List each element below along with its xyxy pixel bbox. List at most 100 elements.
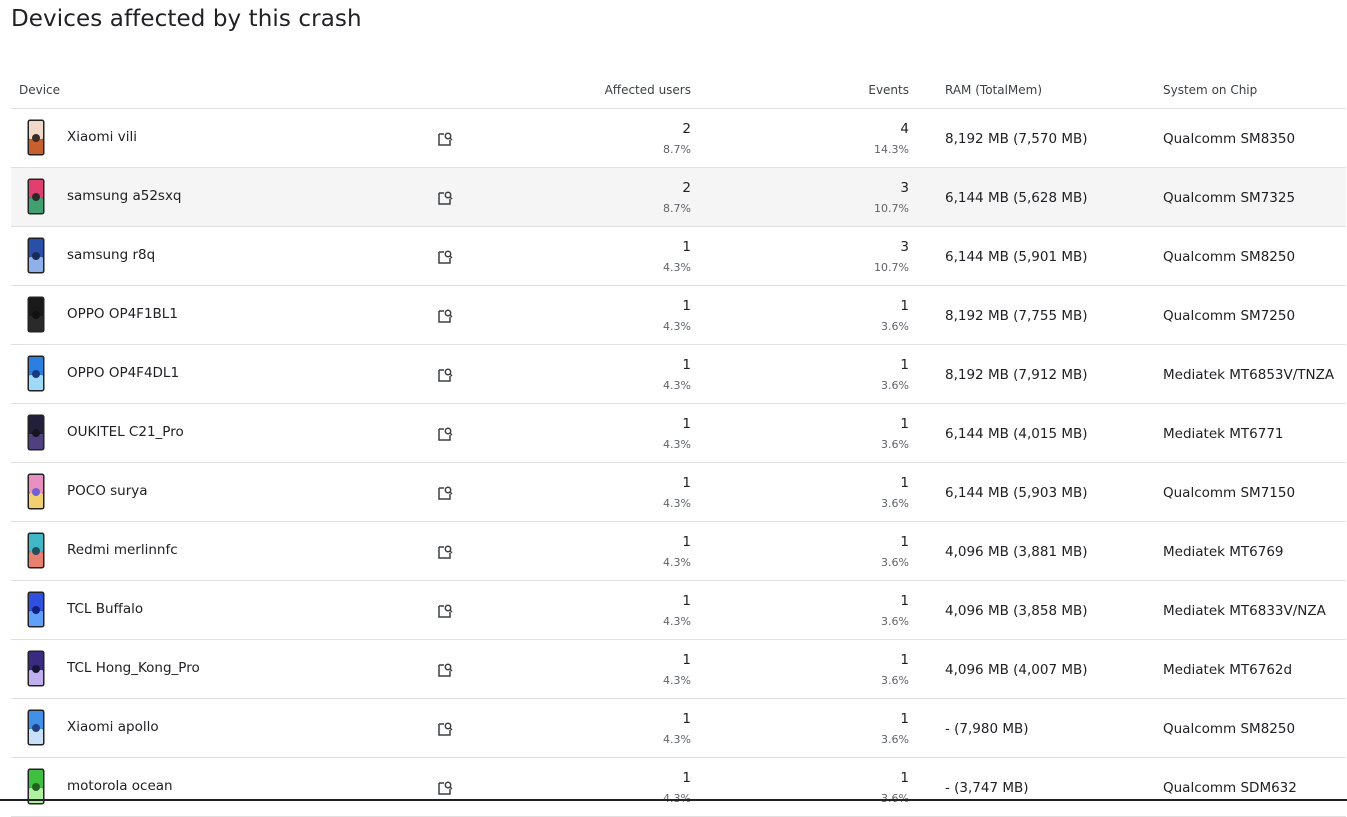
device-name: Xiaomi vili <box>67 129 137 145</box>
affected-users-cell: 1 4.3% <box>571 534 691 569</box>
device-name: POCO surya <box>67 483 148 499</box>
events-percent: 3.6% <box>881 497 909 510</box>
device-name: samsung a52sxq <box>67 188 182 204</box>
column-header-device[interactable]: Device <box>19 83 60 97</box>
events-percent: 10.7% <box>874 261 909 274</box>
device-name: samsung r8q <box>67 247 156 263</box>
ram-value: 6,144 MB (5,901 MB) <box>945 249 1088 265</box>
soc-value: Mediatek MT6833V/NZA <box>1163 603 1326 619</box>
affected-users-percent: 4.3% <box>663 733 691 746</box>
ram-value: 4,096 MB (4,007 MB) <box>945 662 1088 678</box>
affected-users-percent: 4.3% <box>663 320 691 333</box>
events-cell: 1 3.6% <box>789 711 909 746</box>
table-row-3[interactable]: samsung r8q 1 4.3% 3 10.7% 6,144 MB (5,9… <box>11 227 1346 286</box>
soc-value: Mediatek MT6771 <box>1163 426 1284 442</box>
table-row-9[interactable]: TCL Buffalo 1 4.3% 1 3.6% 4,096 MB (3,85… <box>11 581 1346 640</box>
affected-users-cell: 1 4.3% <box>571 298 691 333</box>
ram-value: 6,144 MB (4,015 MB) <box>945 426 1088 442</box>
affected-users-percent: 4.3% <box>663 379 691 392</box>
soc-value: Qualcomm SDM632 <box>1163 780 1297 796</box>
table-row-11[interactable]: Xiaomi apollo 1 4.3% 1 3.6% - (7,980 MB)… <box>11 699 1346 758</box>
device-thumbnail <box>27 414 45 451</box>
events-cell: 1 3.6% <box>789 357 909 392</box>
open-device-icon[interactable] <box>435 601 455 621</box>
events-cell: 1 3.6% <box>789 652 909 687</box>
device-thumbnail <box>27 591 45 628</box>
table-row-1[interactable]: Xiaomi vili 2 8.7% 4 14.3% 8,192 MB (7,5… <box>11 109 1346 168</box>
table-row-10[interactable]: TCL Hong_Kong_Pro 1 4.3% 1 3.6% 4,096 MB… <box>11 640 1346 699</box>
affected-users-percent: 4.3% <box>663 615 691 628</box>
soc-value: Qualcomm SM7250 <box>1163 308 1296 324</box>
events-percent: 3.6% <box>881 379 909 392</box>
ram-value: 8,192 MB (7,570 MB) <box>945 131 1088 147</box>
table-row-7[interactable]: POCO surya 1 4.3% 1 3.6% 6,144 MB (5,903… <box>11 463 1346 522</box>
device-name: motorola ocean <box>67 778 173 794</box>
events-count: 1 <box>900 770 909 786</box>
column-header-soc[interactable]: System on Chip <box>1163 83 1257 97</box>
device-name: TCL Buffalo <box>67 601 144 617</box>
events-percent: 3.6% <box>881 733 909 746</box>
open-device-icon[interactable] <box>435 719 455 739</box>
device-thumbnail <box>27 532 45 569</box>
affected-users-percent: 4.3% <box>663 674 691 687</box>
devices-table: Device Affected users Events RAM (TotalM… <box>11 71 1346 817</box>
events-percent: 3.6% <box>881 556 909 569</box>
table-row-6[interactable]: OUKITEL C21_Pro 1 4.3% 1 3.6% 6,144 MB (… <box>11 404 1346 463</box>
events-percent: 14.3% <box>874 143 909 156</box>
open-device-icon[interactable] <box>435 306 455 326</box>
affected-users-cell: 1 4.3% <box>571 593 691 628</box>
table-row-12[interactable]: motorola ocean 1 4.3% 1 3.6% - (3,747 MB… <box>11 758 1346 817</box>
affected-users-count: 1 <box>682 711 691 727</box>
open-device-icon[interactable] <box>435 660 455 680</box>
events-percent: 3.6% <box>881 320 909 333</box>
soc-value: Mediatek MT6853V/TNZA <box>1163 367 1335 383</box>
events-cell: 1 3.6% <box>789 534 909 569</box>
device-name: OPPO OP4F4DL1 <box>67 365 180 381</box>
affected-users-percent: 4.3% <box>663 438 691 451</box>
events-cell: 1 3.6% <box>789 416 909 451</box>
affected-users-cell: 1 4.3% <box>571 239 691 274</box>
table-header: Device Affected users Events RAM (TotalM… <box>11 71 1346 109</box>
device-thumbnail <box>27 650 45 687</box>
open-device-icon[interactable] <box>435 542 455 562</box>
soc-value: Qualcomm SM8250 <box>1163 249 1296 265</box>
soc-value: Mediatek MT6762d <box>1163 662 1293 678</box>
affected-users-count: 1 <box>682 298 691 314</box>
events-percent: 3.6% <box>881 438 909 451</box>
affected-users-percent: 8.7% <box>663 202 691 215</box>
open-device-icon[interactable] <box>435 247 455 267</box>
column-header-events[interactable]: Events <box>868 83 909 97</box>
soc-value: Mediatek MT6769 <box>1163 544 1284 560</box>
soc-value: Qualcomm SM7150 <box>1163 485 1296 501</box>
affected-users-count: 1 <box>682 416 691 432</box>
device-name: TCL Hong_Kong_Pro <box>67 660 200 676</box>
open-device-icon[interactable] <box>435 424 455 444</box>
events-count: 4 <box>900 121 909 137</box>
open-device-icon[interactable] <box>435 365 455 385</box>
events-cell: 1 3.6% <box>789 593 909 628</box>
table-row-4[interactable]: OPPO OP4F1BL1 1 4.3% 1 3.6% 8,192 MB (7,… <box>11 286 1346 345</box>
ram-value: - (3,747 MB) <box>945 780 1029 796</box>
column-header-ram[interactable]: RAM (TotalMem) <box>945 83 1042 97</box>
table-row-5[interactable]: OPPO OP4F4DL1 1 4.3% 1 3.6% 8,192 MB (7,… <box>11 345 1346 404</box>
ram-value: - (7,980 MB) <box>945 721 1029 737</box>
events-count: 1 <box>900 475 909 491</box>
affected-users-cell: 1 4.3% <box>571 416 691 451</box>
affected-users-count: 1 <box>682 770 691 786</box>
ram-value: 4,096 MB (3,881 MB) <box>945 544 1088 560</box>
open-device-icon[interactable] <box>435 129 455 149</box>
affected-users-percent: 4.3% <box>663 556 691 569</box>
ram-value: 6,144 MB (5,903 MB) <box>945 485 1088 501</box>
events-count: 1 <box>900 593 909 609</box>
events-cell: 1 3.6% <box>789 475 909 510</box>
table-row-2[interactable]: samsung a52sxq 2 8.7% 3 10.7% 6,144 MB (… <box>11 168 1346 227</box>
open-device-icon[interactable] <box>435 188 455 208</box>
events-count: 1 <box>900 298 909 314</box>
device-name: Xiaomi apollo <box>67 719 159 735</box>
column-header-affected-users[interactable]: Affected users <box>605 83 691 97</box>
open-device-icon[interactable] <box>435 778 455 798</box>
affected-users-cell: 1 4.3% <box>571 475 691 510</box>
table-row-8[interactable]: Redmi merlinnfc 1 4.3% 1 3.6% 4,096 MB (… <box>11 522 1346 581</box>
open-device-icon[interactable] <box>435 483 455 503</box>
device-thumbnail <box>27 473 45 510</box>
